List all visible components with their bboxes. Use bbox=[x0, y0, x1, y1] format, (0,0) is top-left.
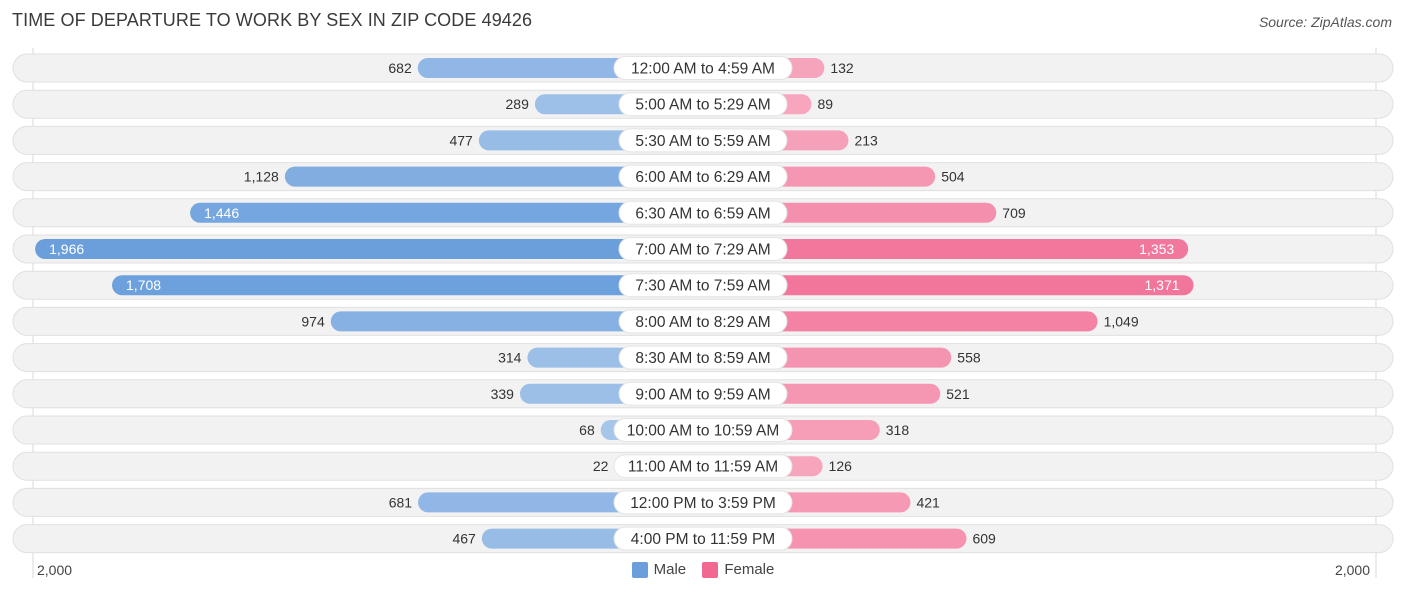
legend-label-female: Female bbox=[724, 561, 775, 578]
value-label-male: 68 bbox=[579, 422, 595, 438]
value-label-female: 521 bbox=[946, 386, 970, 402]
value-label-male: 289 bbox=[506, 96, 530, 112]
category-label: 11:00 AM to 11:59 AM bbox=[628, 459, 778, 476]
category-label: 7:30 AM to 7:59 AM bbox=[635, 278, 770, 295]
bar-male bbox=[35, 239, 703, 259]
legend-swatch-male bbox=[631, 561, 648, 578]
category-label: 5:00 AM to 5:29 AM bbox=[635, 97, 770, 114]
value-label-male: 467 bbox=[452, 531, 476, 547]
category-label: 6:00 AM to 6:29 AM bbox=[635, 169, 770, 186]
legend-item-male[interactable]: Male bbox=[631, 561, 687, 578]
value-label-male: 339 bbox=[491, 386, 515, 402]
category-label: 6:30 AM to 6:59 AM bbox=[635, 205, 770, 222]
value-label-female: 318 bbox=[886, 422, 910, 438]
category-label: 8:00 AM to 8:29 AM bbox=[635, 314, 770, 331]
value-label-male: 1,708 bbox=[126, 277, 161, 293]
legend-item-female[interactable]: Female bbox=[702, 561, 774, 578]
value-label-male: 1,128 bbox=[244, 169, 279, 185]
value-label-female: 89 bbox=[818, 96, 834, 112]
legend-swatch-female bbox=[702, 561, 719, 578]
value-label-male: 1,966 bbox=[49, 241, 84, 257]
category-label: 12:00 PM to 3:59 PM bbox=[630, 495, 776, 512]
value-label-male: 22 bbox=[593, 458, 609, 474]
category-label: 12:00 AM to 4:59 AM bbox=[631, 61, 775, 78]
legend-label-male: Male bbox=[653, 561, 687, 578]
value-label-female: 421 bbox=[916, 494, 940, 510]
category-label: 8:30 AM to 8:59 AM bbox=[635, 350, 770, 367]
value-label-female: 213 bbox=[854, 132, 878, 148]
category-label: 9:00 AM to 9:59 AM bbox=[635, 386, 770, 403]
category-label: 7:00 AM to 7:29 AM bbox=[635, 242, 770, 259]
value-label-female: 504 bbox=[941, 169, 965, 185]
value-label-female: 558 bbox=[957, 350, 981, 366]
value-label-male: 974 bbox=[301, 313, 325, 329]
value-label-male: 314 bbox=[498, 350, 522, 366]
chart-canvas: 682 132 12:00 AM to 4:59 AM 289 89 5:00 AM to… bbox=[12, 48, 1394, 578]
value-label-male: 477 bbox=[449, 132, 473, 148]
bar-male bbox=[112, 275, 704, 296]
category-label: 5:30 AM to 5:59 AM bbox=[635, 133, 770, 150]
value-label-female: 1,371 bbox=[1145, 277, 1180, 293]
legend: Male Female bbox=[0, 561, 1406, 582]
value-label-male: 681 bbox=[389, 494, 413, 510]
category-label: 4:00 PM to 11:59 PM bbox=[631, 531, 775, 548]
value-label-male: 1,446 bbox=[204, 205, 239, 221]
value-label-female: 1,049 bbox=[1104, 313, 1139, 329]
value-label-female: 709 bbox=[1002, 205, 1026, 221]
value-label-female: 132 bbox=[830, 60, 854, 76]
value-label-male: 682 bbox=[388, 60, 412, 76]
value-label-female: 609 bbox=[972, 531, 996, 547]
value-label-female: 1,353 bbox=[1139, 241, 1174, 257]
category-label: 10:00 AM to 10:59 AM bbox=[627, 423, 780, 440]
value-label-female: 126 bbox=[829, 458, 853, 474]
